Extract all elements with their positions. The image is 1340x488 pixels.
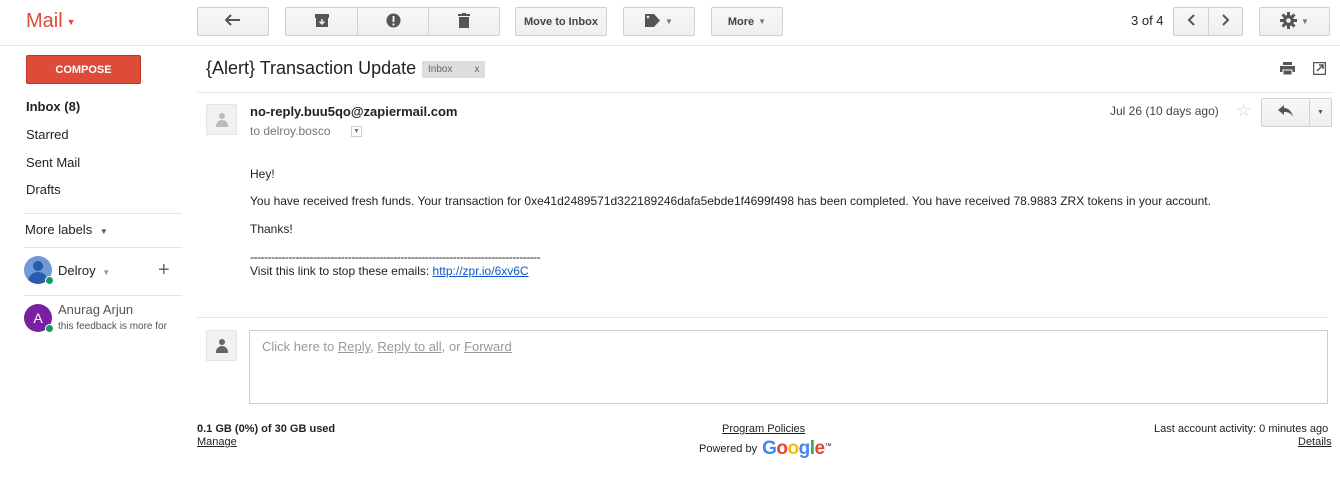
pagination-count: 3 of 4 — [1131, 13, 1164, 28]
sidebar-item-starred[interactable]: Starred — [26, 127, 69, 142]
last-activity: Last account activity: 0 minutes ago — [1154, 423, 1329, 435]
inbox-label-chip: Inbox x — [422, 61, 486, 78]
caret-down-icon: ▼ — [1301, 17, 1309, 26]
powered-by-google: Powered by Google ™ — [699, 438, 832, 459]
caret-down-icon: ▼ — [99, 227, 108, 236]
storage-usage: 0.1 GB (0%) of 30 GB used — [197, 423, 336, 435]
reply-all-link[interactable]: Reply to all — [377, 339, 441, 354]
gear-icon — [1280, 11, 1298, 32]
archive-button[interactable] — [286, 8, 358, 35]
caret-down-icon: ▼ — [758, 17, 767, 26]
activity-details-link[interactable]: Details — [1298, 436, 1332, 448]
chevron-right-icon — [1221, 14, 1230, 29]
new-window-icon[interactable] — [1312, 61, 1327, 78]
more-labels-button[interactable]: More labels ▼ — [25, 222, 108, 237]
more-button[interactable]: More ▼ — [711, 7, 783, 36]
recipient-line: to delroy.bosco — [250, 124, 331, 138]
contact-status: this feedback is more for — [58, 321, 167, 332]
message-greeting: Hey! — [250, 167, 275, 181]
print-icon[interactable] — [1280, 62, 1295, 78]
message-divider-line — [197, 317, 1328, 318]
online-status-icon — [45, 276, 54, 285]
message-thanks: Thanks! — [250, 222, 293, 236]
reply-box[interactable]: Click here to Reply, Reply to all, or Fo… — [249, 330, 1328, 404]
chevron-left-icon — [1187, 14, 1195, 29]
caret-down-icon: ▼ — [1317, 109, 1324, 116]
label-icon — [645, 13, 661, 30]
forward-link[interactable]: Forward — [464, 339, 512, 354]
back-arrow-icon — [224, 13, 241, 30]
top-toolbar: Mail ▼ Move to Inbox ▼ More ▼ 3 of 4 ▼ — [0, 0, 1340, 46]
report-spam-icon — [386, 13, 401, 31]
label-chip-text: Inbox — [428, 64, 453, 75]
sidebar-divider — [24, 247, 182, 248]
pagination-buttons — [1173, 7, 1243, 36]
sidebar-item-drafts[interactable]: Drafts — [26, 182, 61, 197]
reply-link[interactable]: Reply — [338, 339, 370, 354]
more-labels-label: More labels — [25, 222, 93, 237]
unsubscribe-line: Visit this link to stop these emails: ht… — [250, 264, 529, 278]
message-divider: ----------------------------------------… — [250, 250, 541, 264]
older-button[interactable] — [1209, 8, 1242, 35]
person-icon — [215, 338, 229, 353]
move-to-inbox-button[interactable]: Move to Inbox — [515, 7, 607, 36]
person-icon — [215, 112, 229, 127]
caret-down-icon: ▼ — [102, 268, 111, 277]
settings-button[interactable]: ▼ — [1259, 7, 1330, 36]
sender-email[interactable]: no-reply.buu5qo@zapiermail.com — [250, 104, 457, 119]
report-spam-button[interactable] — [358, 8, 429, 35]
sidebar-item-inbox[interactable]: Inbox (8) — [26, 99, 80, 114]
sender-avatar — [206, 104, 237, 135]
add-chat-icon[interactable]: + — [158, 259, 170, 282]
subject-divider — [197, 92, 1332, 93]
reply-prompt-separator: , or — [441, 339, 465, 354]
message-date: Jul 26 (10 days ago) — [1110, 104, 1219, 118]
mail-app-title: Mail — [26, 10, 63, 32]
google-logo: Google — [762, 438, 825, 459]
contact-name[interactable]: Anurag Arjun — [58, 302, 133, 317]
show-details-icon[interactable]: ▼ — [351, 126, 362, 137]
archive-icon — [314, 13, 329, 30]
action-button-group — [285, 7, 500, 36]
caret-down-icon: ▼ — [66, 16, 76, 27]
reply-button-group: ▼ — [1261, 98, 1332, 127]
sidebar-divider — [24, 295, 182, 296]
mail-app-menu[interactable]: Mail ▼ — [26, 10, 76, 33]
more-label: More — [727, 15, 755, 28]
sidebar-item-sent-mail[interactable]: Sent Mail — [26, 155, 80, 170]
compose-button[interactable]: COMPOSE — [26, 55, 141, 84]
back-button[interactable] — [197, 7, 269, 36]
unsubscribe-text: Visit this link to stop these emails: — [250, 264, 433, 278]
more-reply-options-button[interactable]: ▼ — [1310, 99, 1331, 126]
reply-prompt: Click here to Reply, Reply to all, or Fo… — [262, 339, 512, 354]
caret-down-icon: ▼ — [665, 17, 673, 26]
move-to-inbox-label: Move to Inbox — [524, 15, 598, 28]
unsubscribe-link[interactable]: http://zpr.io/6xv6C — [433, 264, 529, 278]
sidebar-divider — [24, 213, 182, 214]
remove-label-button[interactable]: x — [474, 64, 479, 75]
online-status-icon — [45, 324, 54, 333]
delete-icon — [458, 12, 470, 31]
star-icon[interactable]: ☆ — [1236, 101, 1251, 121]
thread-subject: {Alert} Transaction Update — [206, 58, 417, 78]
reply-prompt-prefix: Click here to — [262, 339, 338, 354]
reply-arrow-icon — [1278, 105, 1293, 120]
powered-by-label: Powered by — [699, 443, 758, 455]
chat-user-name: Delroy — [58, 263, 96, 278]
current-user-avatar — [206, 330, 237, 361]
program-policies-link[interactable]: Program Policies — [722, 423, 805, 435]
newer-button[interactable] — [1174, 8, 1209, 35]
labels-button[interactable]: ▼ — [623, 7, 695, 36]
chat-user-menu[interactable]: Delroy ▼ — [58, 263, 110, 278]
message-body: You have received fresh funds. Your tran… — [250, 194, 1211, 208]
manage-storage-link[interactable]: Manage — [197, 436, 237, 448]
delete-button[interactable] — [429, 8, 499, 35]
reply-button[interactable] — [1262, 99, 1310, 126]
